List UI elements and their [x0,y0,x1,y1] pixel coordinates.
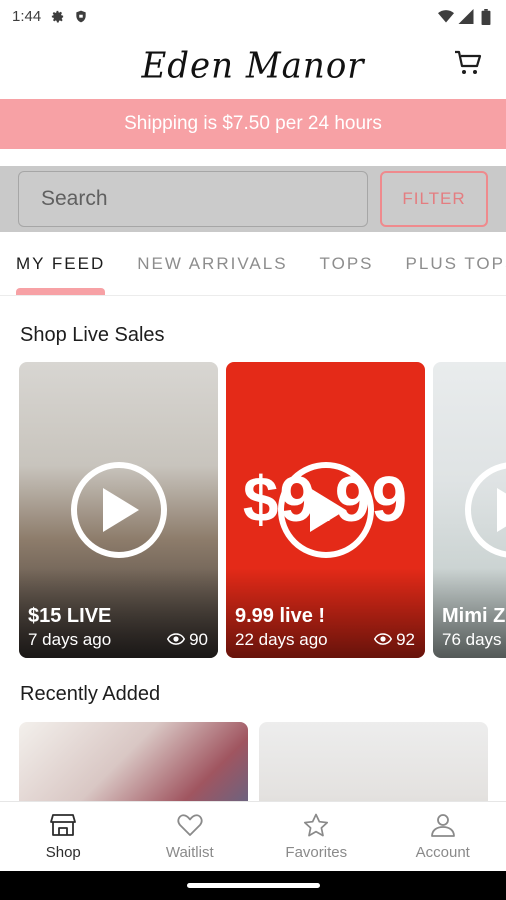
live-card-title: 9.99 live ! [235,605,326,627]
tab-plus-tops[interactable]: PLUS TOPS [390,232,506,295]
section-title-live-sales: Shop Live Sales [20,324,165,346]
filter-button[interactable]: FILTER [380,171,488,227]
account-icon [429,812,457,838]
live-card-title: $15 LIVE [28,605,112,627]
live-card-views: 92 [373,630,415,650]
signal-icon [458,9,474,25]
live-card-time: 76 days [442,630,502,649]
live-card-time: 22 days ago [235,630,328,649]
view-count: 90 [189,630,208,649]
live-card[interactable]: $15 LIVE 7 days ago 90 [19,362,218,658]
search-bar: FILTER [0,166,506,232]
shop-icon [49,812,77,838]
play-icon[interactable] [277,462,374,558]
search-input[interactable] [18,171,368,227]
status-time: 1:44 [12,8,42,25]
live-card-views: 90 [166,630,208,650]
cart-button[interactable] [452,49,484,81]
nav-shop[interactable]: Shop [0,802,127,871]
play-icon[interactable] [465,462,506,558]
nav-account[interactable]: Account [380,802,506,871]
settings-icon [49,9,65,25]
status-bar: 1:44 [0,0,506,33]
live-card[interactable]: $9.99 9.99 live ! 22 days ago 92 [226,362,425,658]
section-title-recently-added: Recently Added [20,683,161,705]
shield-icon [73,9,89,25]
nav-favorites[interactable]: Favorites [253,802,380,871]
heart-icon [176,812,204,838]
logo: Eden Manor [141,45,365,87]
eye-icon [166,630,186,650]
tab-new-arrivals[interactable]: NEW ARRIVALS [121,232,303,295]
product-card[interactable] [19,722,248,802]
system-navigation-bar [0,871,506,900]
nav-waitlist[interactable]: Waitlist [127,802,254,871]
wifi-icon [438,9,454,25]
eye-icon [373,630,393,650]
status-bar-right [438,8,494,25]
battery-icon [478,8,494,25]
shipping-banner-text: Shipping is $7.50 per 24 hours [124,113,382,134]
nav-label: Shop [45,844,81,861]
star-icon [302,812,330,838]
play-icon[interactable] [70,462,167,558]
bottom-navigation: Shop Waitlist Favorites Account [0,801,506,871]
live-card-title: Mimi Z [442,605,506,627]
product-card[interactable] [259,722,488,802]
live-sales-carousel[interactable]: $15 LIVE 7 days ago 90 $9.99 9.99 live !… [19,362,506,658]
view-count: 92 [396,630,415,649]
cart-icon [454,50,482,81]
home-gesture-handle[interactable] [187,883,320,888]
recently-added-list[interactable] [19,722,506,802]
tab-my-feed[interactable]: MY FEED [0,232,121,295]
live-card[interactable]: Mimi Z 76 days [433,362,506,658]
category-tabs: MY FEED NEW ARRIVALS TOPS PLUS TOPS [0,232,506,296]
tab-tops[interactable]: TOPS [304,232,390,295]
shipping-banner: Shipping is $7.50 per 24 hours [0,99,506,149]
nav-label: Favorites [285,844,348,861]
app-header: Eden Manor [0,33,506,99]
nav-label: Account [415,844,470,861]
nav-label: Waitlist [165,844,214,861]
status-bar-left: 1:44 [12,8,89,25]
live-card-time: 7 days ago [28,630,112,649]
